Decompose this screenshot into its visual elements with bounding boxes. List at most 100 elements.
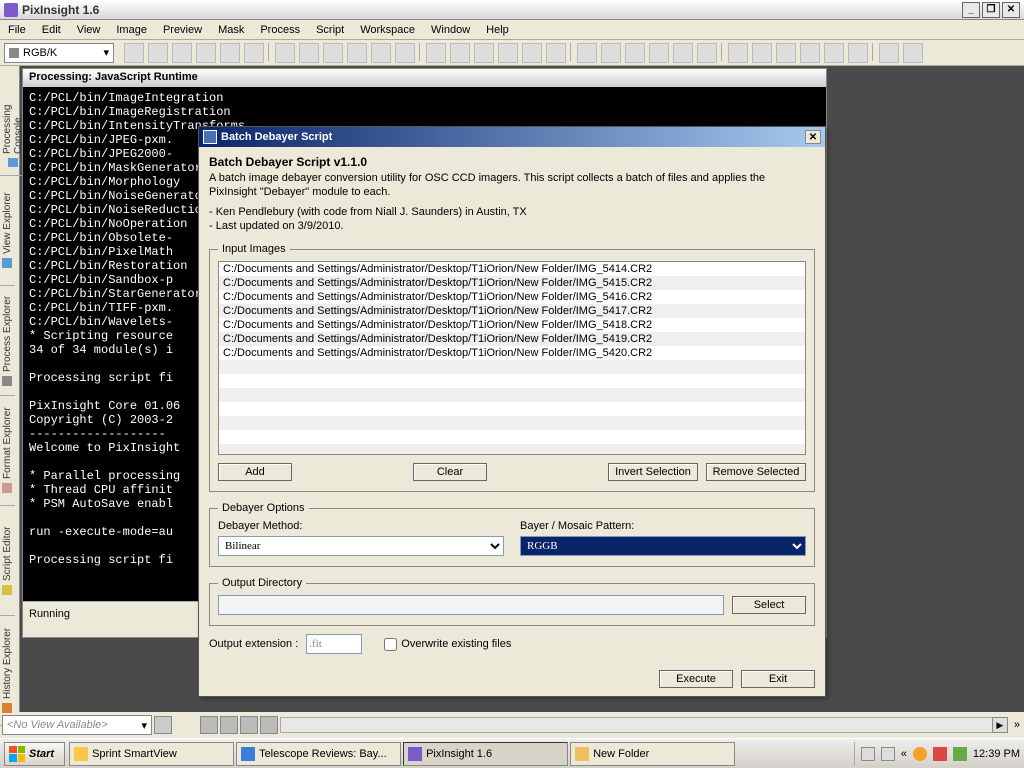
toolbar-button[interactable] (824, 43, 844, 63)
toolbar-button[interactable] (498, 43, 518, 63)
file-list-item[interactable]: C:/Documents and Settings/Administrator/… (219, 262, 805, 276)
menu-image[interactable]: Image (116, 24, 147, 36)
dialog-close-button[interactable]: ✕ (805, 130, 821, 144)
tray-icon[interactable] (913, 747, 927, 761)
scroll-right-icon[interactable]: ▶ (992, 717, 1008, 733)
add-button[interactable]: Add (218, 463, 292, 481)
scrollbar-track[interactable]: ▶ (280, 717, 1008, 733)
menu-edit[interactable]: Edit (42, 24, 61, 36)
toolbar-button[interactable] (697, 43, 717, 63)
taskbar-item[interactable]: Telescope Reviews: Bay... (236, 742, 401, 766)
app-icon (74, 747, 88, 761)
dialog-titlebar[interactable]: Batch Debayer Script ✕ (199, 127, 825, 147)
toolbar-button[interactable] (172, 43, 192, 63)
tray-expand-icon[interactable]: « (901, 748, 907, 760)
toolbar-button[interactable] (649, 43, 669, 63)
toolbar-button[interactable] (196, 43, 216, 63)
toolbar-button[interactable] (474, 43, 494, 63)
output-directory-input[interactable] (218, 595, 724, 615)
toolbar-button[interactable] (800, 43, 820, 63)
taskbar-item[interactable]: Sprint SmartView (69, 742, 234, 766)
toolbar-button[interactable] (879, 43, 899, 63)
toolbar-button[interactable] (148, 43, 168, 63)
side-tab-history-explorer[interactable]: History Explorer (0, 616, 15, 726)
file-list-item[interactable]: C:/Documents and Settings/Administrator/… (219, 290, 805, 304)
overwrite-checkbox-label[interactable]: Overwrite existing files (384, 638, 511, 651)
toolbar-button[interactable] (347, 43, 367, 63)
menu-view[interactable]: View (77, 24, 101, 36)
tab-icon (3, 376, 13, 386)
toolbar-button[interactable] (752, 43, 772, 63)
toolbar-button[interactable] (275, 43, 295, 63)
view-tool-button[interactable] (154, 716, 172, 734)
view-selector[interactable]: <No View Available> ▾ (2, 715, 152, 735)
file-list-item[interactable]: C:/Documents and Settings/Administrator/… (219, 332, 805, 346)
toolbar-button[interactable] (625, 43, 645, 63)
toolbar-button[interactable] (395, 43, 415, 63)
menu-script[interactable]: Script (316, 24, 344, 36)
toolbar-button[interactable] (903, 43, 923, 63)
debayer-method-select[interactable]: Bilinear (218, 536, 504, 556)
file-list-item[interactable]: C:/Documents and Settings/Administrator/… (219, 304, 805, 318)
toolbar-button[interactable] (673, 43, 693, 63)
toolbar-button[interactable] (522, 43, 542, 63)
nav-button[interactable] (200, 716, 218, 734)
side-tab-process-explorer[interactable]: Process Explorer (0, 286, 15, 396)
taskbar-item[interactable]: New Folder (570, 742, 735, 766)
file-list-item[interactable]: C:/Documents and Settings/Administrator/… (219, 276, 805, 290)
toolbar-button[interactable] (124, 43, 144, 63)
maximize-button[interactable]: ❐ (982, 2, 1000, 18)
toolbar-button[interactable] (220, 43, 240, 63)
start-button[interactable]: Start (4, 742, 65, 766)
close-button[interactable]: ✕ (1002, 2, 1020, 18)
toolbar-button[interactable] (776, 43, 796, 63)
toolbar-button[interactable] (577, 43, 597, 63)
menu-process[interactable]: Process (260, 24, 300, 36)
invert-selection-button[interactable]: Invert Selection (608, 463, 698, 481)
side-tab-script-editor[interactable]: Script Editor (0, 506, 15, 616)
tray-icon[interactable] (933, 747, 947, 761)
menu-file[interactable]: File (8, 24, 26, 36)
exit-button[interactable]: Exit (741, 670, 815, 688)
overwrite-checkbox[interactable] (384, 638, 397, 651)
toolbar-button[interactable] (546, 43, 566, 63)
nav-button[interactable] (260, 716, 278, 734)
file-list-item[interactable]: C:/Documents and Settings/Administrator/… (219, 346, 805, 360)
app-icon (241, 747, 255, 761)
taskbar-item[interactable]: PixInsight 1.6 (403, 742, 568, 766)
tray-icon[interactable] (953, 747, 967, 761)
output-extension-input[interactable] (306, 634, 362, 654)
minimize-button[interactable]: _ (962, 2, 980, 18)
menu-help[interactable]: Help (486, 24, 509, 36)
file-list-item[interactable]: C:/Documents and Settings/Administrator/… (219, 318, 805, 332)
menu-preview[interactable]: Preview (163, 24, 202, 36)
input-files-list[interactable]: C:/Documents and Settings/Administrator/… (218, 261, 806, 455)
remove-selected-button[interactable]: Remove Selected (706, 463, 806, 481)
tray-help-icon[interactable] (861, 747, 875, 761)
toolbar-button[interactable] (299, 43, 319, 63)
menu-workspace[interactable]: Workspace (360, 24, 415, 36)
menu-mask[interactable]: Mask (218, 24, 244, 36)
toolbar-button[interactable] (244, 43, 264, 63)
bayer-pattern-select[interactable]: RGGB (520, 536, 806, 556)
side-tab-format-explorer[interactable]: Format Explorer (0, 396, 15, 506)
nav-button[interactable] (220, 716, 238, 734)
channel-selector[interactable]: RGB/K ▾ (4, 43, 114, 63)
toolbar-button[interactable] (450, 43, 470, 63)
menu-window[interactable]: Window (431, 24, 470, 36)
tray-desktop-icon[interactable] (881, 747, 895, 761)
clock[interactable]: 12:39 PM (973, 748, 1020, 760)
toolbar-button[interactable] (323, 43, 343, 63)
side-tab-view-explorer[interactable]: View Explorer (0, 176, 15, 286)
debayer-options-group: Debayer Options Debayer Method: Bilinear… (209, 502, 815, 567)
clear-button[interactable]: Clear (413, 463, 487, 481)
toolbar-button[interactable] (848, 43, 868, 63)
toolbar-button[interactable] (601, 43, 621, 63)
execute-button[interactable]: Execute (659, 670, 733, 688)
toolbar-button[interactable] (426, 43, 446, 63)
toolbar-button[interactable] (371, 43, 391, 63)
nav-button[interactable] (240, 716, 258, 734)
select-dir-button[interactable]: Select (732, 596, 806, 614)
chevron-right-icon[interactable]: » (1014, 719, 1020, 731)
toolbar-button[interactable] (728, 43, 748, 63)
